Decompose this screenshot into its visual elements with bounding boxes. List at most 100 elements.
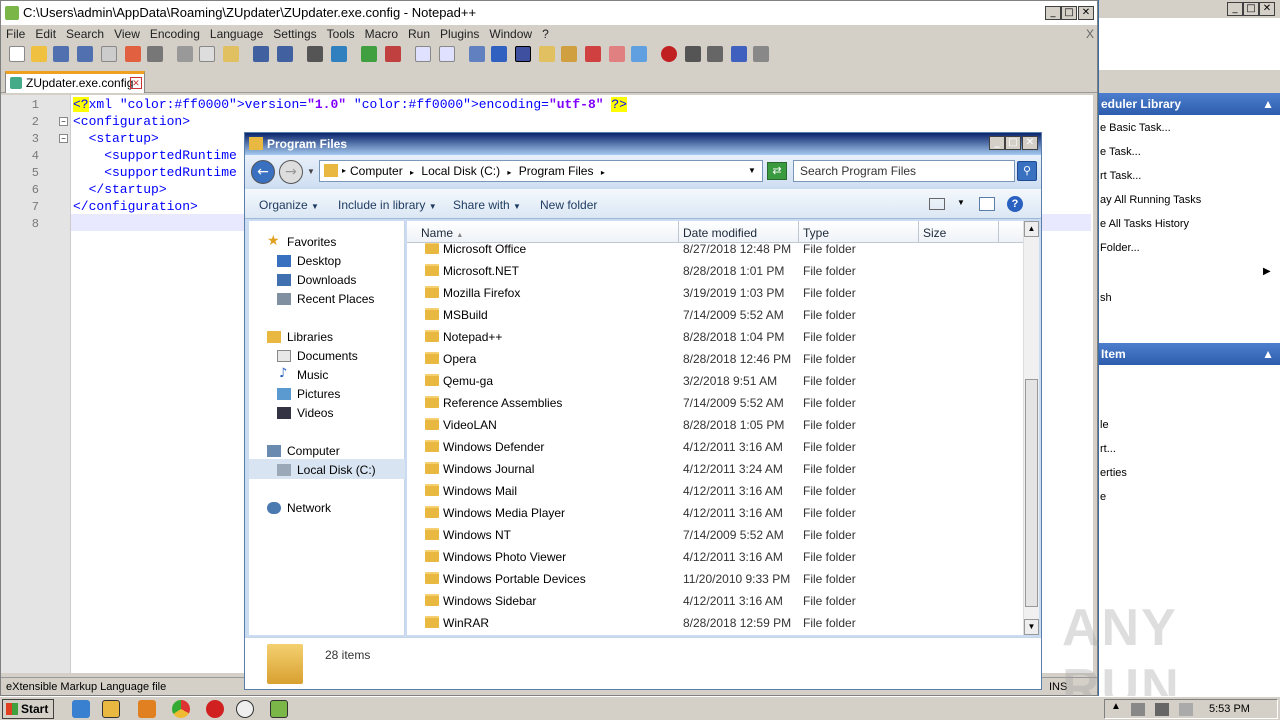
minimize-button[interactable]: _ xyxy=(1227,2,1243,16)
table-row[interactable]: Microsoft.NET 8/28/2018 1:01 PM File folde… xyxy=(407,260,1023,282)
close-all-icon[interactable] xyxy=(125,46,141,62)
menu-view[interactable]: View xyxy=(109,25,145,43)
nav-documents[interactable]: Documents xyxy=(297,349,358,363)
action-item[interactable]: e Basic Task... xyxy=(1099,122,1171,134)
clock[interactable]: 5:53 PM xyxy=(1209,703,1250,715)
chrome-icon[interactable] xyxy=(172,700,190,718)
chevron-right-icon[interactable]: ▸ xyxy=(503,168,515,177)
scroll-up-icon[interactable]: ▲ xyxy=(1024,221,1039,237)
table-row[interactable]: Windows NT 7/14/2009 5:52 AM File folder xyxy=(407,524,1023,546)
indent-guide-icon[interactable] xyxy=(515,46,531,62)
column-divider[interactable] xyxy=(678,221,679,243)
action-item[interactable]: e xyxy=(1099,491,1106,503)
table-row[interactable]: Notepad++ 8/28/2018 1:04 PM File folder xyxy=(407,326,1023,348)
nav-pictures[interactable]: Pictures xyxy=(297,387,340,401)
print-icon[interactable] xyxy=(147,46,163,62)
search-input[interactable]: Search Program Files xyxy=(793,160,1015,182)
table-row[interactable]: Mozilla Firefox 3/19/2019 1:03 PM File fol… xyxy=(407,282,1023,304)
new-file-icon[interactable] xyxy=(9,46,25,62)
table-row[interactable]: Windows Journal 4/12/2011 3:24 AM File fol… xyxy=(407,458,1023,480)
nav-computer[interactable]: Computer xyxy=(287,444,340,458)
organize-button[interactable]: Organize ▼ xyxy=(259,198,319,212)
zoom-out-icon[interactable] xyxy=(385,46,401,62)
zoom-in-icon[interactable] xyxy=(361,46,377,62)
network-tray-icon[interactable] xyxy=(1131,703,1145,716)
table-row[interactable]: Opera 8/28/2018 12:46 PM File folder xyxy=(407,348,1023,370)
table-row[interactable]: MSBuild 7/14/2009 5:52 AM File folder xyxy=(407,304,1023,326)
menu-macro[interactable]: Macro xyxy=(360,25,403,43)
nav-videos[interactable]: Videos xyxy=(297,406,333,420)
help-icon[interactable]: ? xyxy=(1007,196,1023,212)
submenu-arrow-icon[interactable]: ▶ xyxy=(1263,266,1271,277)
column-divider[interactable] xyxy=(798,221,799,243)
record-macro-icon[interactable] xyxy=(661,46,677,62)
column-header-size[interactable]: Size xyxy=(923,226,946,240)
explorer-taskbar-icon[interactable] xyxy=(102,700,120,718)
maximize-button[interactable]: □ xyxy=(1243,2,1259,16)
back-arrow-icon[interactable]: ← xyxy=(251,160,275,184)
function-list-icon[interactable] xyxy=(561,46,577,62)
address-dropdown-icon[interactable]: ▼ xyxy=(748,161,756,181)
vertical-scrollbar[interactable]: ▲ ▼ xyxy=(1023,221,1039,635)
nav-downloads[interactable]: Downloads xyxy=(297,273,356,287)
table-row[interactable]: Windows Media Player 4/12/2011 3:16 AM Fil… xyxy=(407,502,1023,524)
show-all-chars-icon[interactable] xyxy=(491,46,507,62)
fold-toggle-icon[interactable]: − xyxy=(59,134,68,143)
find-icon[interactable] xyxy=(307,46,323,62)
nav-desktop[interactable]: Desktop xyxy=(297,254,341,268)
monitoring-icon[interactable] xyxy=(609,46,625,62)
word-wrap-icon[interactable] xyxy=(469,46,485,62)
play-macro-icon[interactable] xyxy=(707,46,723,62)
scroll-thumb[interactable] xyxy=(1025,379,1038,607)
table-row[interactable]: WinRAR 8/28/2018 12:59 PM File folder xyxy=(407,612,1023,634)
minimize-button[interactable]: _ xyxy=(1045,6,1061,20)
chevron-down-icon[interactable]: ▼ xyxy=(957,198,965,207)
column-header-type[interactable]: Type xyxy=(803,226,829,240)
table-row[interactable]: Windows Defender 4/12/2011 3:16 AM File fo… xyxy=(407,436,1023,458)
nav-favorites[interactable]: Favorites xyxy=(287,235,336,249)
table-row[interactable]: Windows Photo Viewer 4/12/2011 3:16 AM Fil… xyxy=(407,546,1023,568)
action-item[interactable]: le xyxy=(1099,419,1109,431)
replace-icon[interactable] xyxy=(331,46,347,62)
table-row[interactable]: Microsoft Office 8/27/2018 12:48 PM File f… xyxy=(407,243,1023,260)
tab-close-icon[interactable]: ✕ xyxy=(130,77,142,89)
save-all-icon[interactable] xyxy=(77,46,93,62)
column-divider[interactable] xyxy=(998,221,999,243)
start-button[interactable]: Start xyxy=(2,699,54,719)
new-folder-button[interactable]: New folder xyxy=(540,198,597,212)
breadcrumb-program-files[interactable]: Program Files xyxy=(519,164,594,178)
tab-zupdater-config[interactable]: ZUpdater.exe.config ✕ xyxy=(5,71,145,93)
folder-workspace-icon[interactable] xyxy=(585,46,601,62)
eye-icon[interactable] xyxy=(631,46,647,62)
ie-icon[interactable] xyxy=(72,700,90,718)
close-button[interactable]: ✕ xyxy=(1078,6,1094,20)
close-button[interactable]: ✕ xyxy=(1022,136,1038,150)
chevron-right-icon[interactable]: ▸ xyxy=(597,168,609,177)
paste-icon[interactable] xyxy=(223,46,239,62)
cut-icon[interactable] xyxy=(177,46,193,62)
menu-settings[interactable]: Settings xyxy=(268,25,321,43)
view-options-icon[interactable] xyxy=(929,198,945,210)
column-header-date[interactable]: Date modified xyxy=(683,226,757,240)
nav-recent-places[interactable]: Recent Places xyxy=(297,292,374,306)
stop-macro-icon[interactable] xyxy=(685,46,701,62)
sync-vertical-icon[interactable] xyxy=(415,46,431,62)
menu-plugins[interactable]: Plugins xyxy=(435,25,484,43)
menu-window[interactable]: Window xyxy=(484,25,537,43)
section-header-library[interactable]: eduler Library ▲ xyxy=(1099,93,1280,115)
recent-pages-dropdown-icon[interactable]: ▼ xyxy=(307,167,315,176)
maximize-button[interactable]: □ xyxy=(1005,136,1021,150)
close-document-x[interactable]: X xyxy=(1081,25,1099,43)
collapse-up-icon[interactable]: ▲ xyxy=(1262,93,1274,115)
collapse-up-icon[interactable]: ▲ xyxy=(1262,343,1274,365)
redo-icon[interactable] xyxy=(277,46,293,62)
menu-file[interactable]: File xyxy=(1,25,30,43)
table-row[interactable]: VideoLAN 8/28/2018 1:05 PM File folder xyxy=(407,414,1023,436)
search-icon[interactable]: ⚲ xyxy=(1017,161,1037,181)
close-file-icon[interactable] xyxy=(101,46,117,62)
sync-horizontal-icon[interactable] xyxy=(439,46,455,62)
breadcrumb-local-disk[interactable]: Local Disk (C:) xyxy=(421,164,500,178)
action-item[interactable]: e All Tasks History xyxy=(1099,218,1189,230)
table-row[interactable]: Qemu-ga 3/2/2018 9:51 AM File folder xyxy=(407,370,1023,392)
nav-local-disk[interactable]: Local Disk (C:) xyxy=(297,463,376,477)
